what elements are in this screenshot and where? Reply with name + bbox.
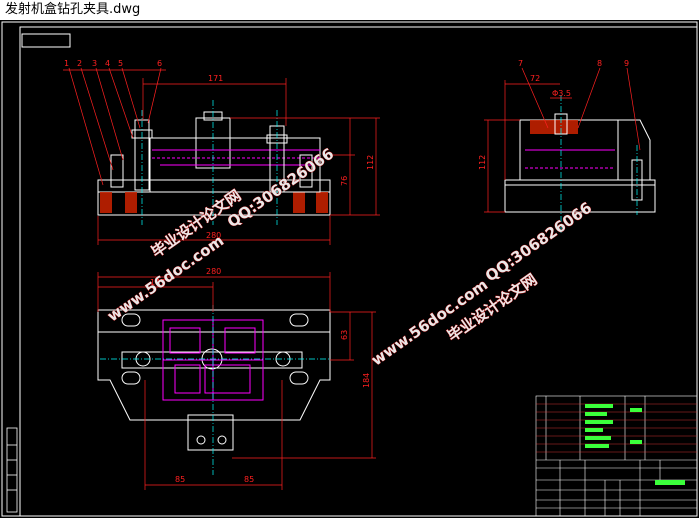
- dim-front-112: 112: [366, 155, 375, 170]
- dim-plan-63: 63: [340, 330, 349, 340]
- file-title: 发射机盒钻孔夹具.dwg: [5, 2, 141, 17]
- dim-side-diameter: Φ3.5: [552, 89, 571, 98]
- balloon-6: 6: [157, 59, 162, 68]
- cad-drawing[interactable]: 1 2 3 4 5 6 171 280 112 76 7 8 9 72 Φ3.5…: [0, 20, 699, 518]
- plan-view-labels: 280 147 63 184 85 85: [150, 267, 371, 484]
- dim-plan-184: 184: [362, 373, 371, 388]
- left-margin-strip: [6, 427, 18, 513]
- dim-front-76: 76: [340, 176, 349, 186]
- balloon-5: 5: [118, 59, 123, 68]
- balloon-4: 4: [105, 59, 110, 68]
- window-title-bar: 发射机盒钻孔夹具.dwg: [0, 0, 699, 20]
- watermark-group-b: www.56doc.com QQ:306826066 毕业设计论文网: [368, 198, 596, 369]
- dim-plan-85-left: 85: [175, 475, 185, 484]
- dim-plan-85-right: 85: [244, 475, 254, 484]
- cad-canvas[interactable]: 1 2 3 4 5 6 171 280 112 76 7 8 9 72 Φ3.5…: [0, 20, 699, 518]
- plan-view: [97, 305, 331, 475]
- dim-side-72: 72: [530, 74, 540, 83]
- dim-plan-280: 280: [206, 267, 221, 276]
- balloon-3: 3: [92, 59, 97, 68]
- balloon-1: 1: [64, 59, 69, 68]
- drawing-frame: [1, 21, 698, 517]
- balloon-9: 9: [624, 59, 629, 68]
- title-block: [535, 395, 698, 517]
- balloon-7: 7: [518, 59, 523, 68]
- side-view-labels: 7 8 9 72 Φ3.5 112: [478, 59, 629, 170]
- balloon-8: 8: [597, 59, 602, 68]
- balloon-2: 2: [77, 59, 82, 68]
- dim-side-112: 112: [478, 155, 487, 170]
- dim-front-171: 171: [208, 74, 223, 83]
